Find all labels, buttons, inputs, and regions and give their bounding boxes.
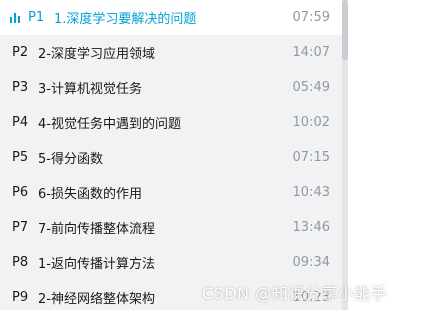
episode-item-p4[interactable]: P4 4-视觉任务中遇到的问题 10:02 bbox=[0, 105, 342, 140]
episode-title: 4-视觉任务中遇到的问题 bbox=[38, 117, 181, 132]
episode-item-p2[interactable]: P2 2-深度学习应用领域 14:07 bbox=[0, 35, 342, 70]
episode-item-p1[interactable]: P1 1.深度学习要解决的问题 07:59 bbox=[0, 0, 342, 35]
episode-duration: 14:07 bbox=[292, 45, 330, 60]
episode-item-p7[interactable]: P7 7-前向传播整体流程 13:46 bbox=[0, 210, 342, 245]
episode-title: 3-计算机视觉任务 bbox=[38, 82, 142, 97]
episode-title: 2-深度学习应用领域 bbox=[38, 47, 155, 62]
episode-number: P2 bbox=[12, 45, 29, 60]
episode-title: 5-得分函数 bbox=[38, 152, 103, 167]
episode-duration: 13:46 bbox=[292, 220, 330, 235]
episode-title: 6-损失函数的作用 bbox=[38, 187, 142, 202]
episode-item-p3[interactable]: P3 3-计算机视觉任务 05:49 bbox=[0, 70, 342, 105]
episode-duration: 10:43 bbox=[292, 185, 330, 200]
episode-title: 7-前向传播整体流程 bbox=[38, 222, 155, 237]
episode-title: 2-神经网络整体架构 bbox=[38, 292, 155, 307]
episode-number: P5 bbox=[12, 150, 29, 165]
scrollbar-thumb[interactable] bbox=[342, 0, 348, 60]
episode-number: P8 bbox=[12, 255, 29, 270]
episode-number: P6 bbox=[12, 185, 29, 200]
episode-list-panel: P1 1.深度学习要解决的问题 07:59 P2 2-深度学习应用领域 14:0… bbox=[0, 0, 348, 310]
episode-duration: 07:59 bbox=[292, 10, 330, 25]
csdn-watermark: CSDN @知识分享小能手 bbox=[202, 284, 388, 303]
episode-number: P7 bbox=[12, 220, 29, 235]
episode-item-p5[interactable]: P5 5-得分函数 07:15 bbox=[0, 140, 342, 175]
episode-duration: 09:34 bbox=[292, 255, 330, 270]
episode-title: 1.深度学习要解决的问题 bbox=[54, 12, 197, 27]
episode-list: P1 1.深度学习要解决的问题 07:59 P2 2-深度学习应用领域 14:0… bbox=[0, 0, 342, 310]
episode-title: 1-返向传播计算方法 bbox=[38, 257, 155, 272]
episode-duration: 05:49 bbox=[292, 80, 330, 95]
list-scrollbar[interactable] bbox=[342, 0, 348, 310]
episode-number: P4 bbox=[12, 115, 29, 130]
episode-number: P3 bbox=[12, 80, 29, 95]
episode-item-p6[interactable]: P6 6-损失函数的作用 10:43 bbox=[0, 175, 342, 210]
episode-number: P9 bbox=[12, 290, 29, 305]
playing-indicator-icon bbox=[10, 13, 22, 23]
episode-duration: 10:02 bbox=[292, 115, 330, 130]
episode-number: P1 bbox=[28, 10, 45, 25]
episode-duration: 07:15 bbox=[292, 150, 330, 165]
episode-item-p8[interactable]: P8 1-返向传播计算方法 09:34 bbox=[0, 245, 342, 280]
